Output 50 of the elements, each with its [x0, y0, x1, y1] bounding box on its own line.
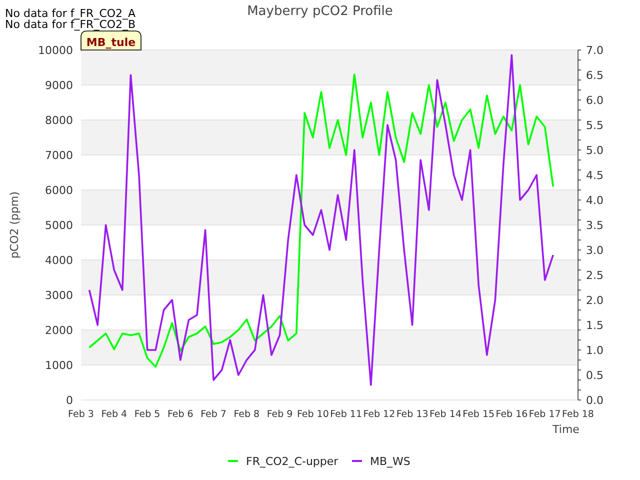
x-tick-label: Feb 16 [496, 409, 528, 420]
y2-tick-label: 2.0 [586, 294, 604, 307]
x-tick-label: Feb 11 [330, 409, 362, 420]
y-tick-label: 10000 [38, 44, 73, 57]
site-tag: MB_tule [80, 30, 142, 50]
y2-tick-label: 7.0 [586, 44, 604, 57]
y2-tick-label: 6.0 [586, 94, 604, 107]
y-tick-label: 3000 [45, 289, 73, 302]
y-tick-label: 5000 [45, 219, 73, 232]
notice-text: No data for f_FR_CO2_B [5, 18, 136, 31]
x-tick-label: Feb 10 [296, 409, 329, 420]
y2-tick-label: 6.5 [586, 69, 604, 82]
y2-tick-label: 5.5 [586, 119, 604, 132]
y2-tick-label: 0.5 [586, 369, 604, 382]
y-tick-label: 4000 [45, 254, 73, 267]
x-tick-label: Feb 17 [528, 409, 561, 420]
y-tick-label: 7000 [45, 149, 73, 162]
x-tick-label: Feb 13 [396, 409, 428, 420]
y2-tick-label: 3.0 [586, 244, 604, 257]
y-tick-label: 9000 [45, 79, 73, 92]
y2-tick-label: 1.5 [586, 319, 604, 332]
x-tick-label: Feb 6 [167, 409, 194, 420]
x-tick-label: Feb 9 [266, 409, 293, 420]
y2-tick-label: 4.0 [586, 194, 604, 207]
x-tick-label: Feb 8 [234, 409, 260, 420]
x-tick-label: Feb 12 [363, 409, 396, 420]
y2-tick-label: 0.0 [586, 394, 604, 407]
y-tick-label: 6000 [45, 184, 73, 197]
y-axis-label: pCO2 (ppm) [8, 191, 21, 259]
chart-title: Mayberry pCO2 Profile [247, 4, 393, 19]
legend-label: MB_WS [370, 455, 410, 468]
y2-tick-label: 2.5 [586, 269, 604, 282]
y2-tick-label: 1.0 [586, 344, 604, 357]
x-tick-label: Feb 5 [134, 409, 160, 420]
legend-label: FR_CO2_C-upper [246, 455, 338, 468]
y-tick-label: 2000 [45, 324, 73, 337]
y2-tick-label: 3.5 [586, 219, 604, 232]
x-tick-label: Feb 4 [101, 409, 128, 420]
x-tick-label: Feb 15 [462, 409, 495, 420]
x-tick-label: Feb 14 [430, 409, 462, 420]
y2-tick-label: 5.0 [586, 144, 604, 157]
x-tick-label: Feb 18 [562, 409, 594, 420]
x-tick-label: Feb 7 [200, 409, 226, 420]
notice-text: No data for f_FR_CO2_A [5, 7, 136, 20]
y-tick-label: 0 [66, 394, 73, 407]
x-tick-label: Feb 3 [68, 409, 94, 420]
x-axis-label: Time [552, 423, 580, 436]
y-tick-label: 8000 [45, 114, 73, 127]
y2-tick-label: 4.5 [586, 169, 604, 182]
y-tick-label: 1000 [45, 359, 73, 372]
